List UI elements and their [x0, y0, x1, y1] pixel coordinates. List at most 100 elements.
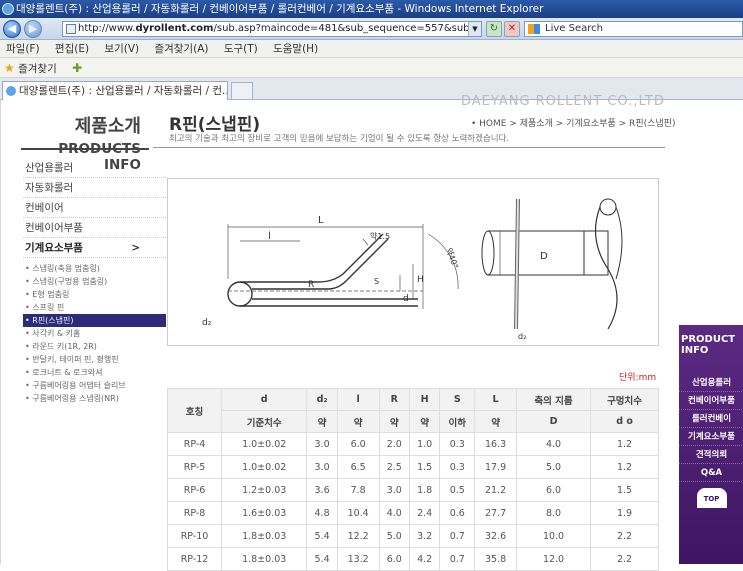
quick-menu-item[interactable]: 롤러컨베이	[679, 410, 743, 428]
table-cell: RP-8	[166, 501, 223, 525]
table-cell: 5.4	[306, 547, 338, 571]
col-header: d	[221, 388, 308, 411]
table-cell: RP-5	[166, 455, 223, 479]
table-cell: 16.3	[474, 432, 517, 456]
search-input[interactable]: Live Search	[524, 21, 743, 37]
col-header: d₂	[306, 388, 338, 411]
forward-icon[interactable]: ▶	[24, 20, 42, 38]
url-input[interactable]: http://www.dyrollent.com/sub.asp?maincod…	[62, 21, 482, 37]
dim-L: L	[318, 215, 324, 226]
table-cell: 3.6	[306, 478, 338, 502]
sidebar: 산업용롤러 자동화롤러 컨베이어 컨베이어부품 기계요소부품 > • 스냅링(축…	[23, 158, 166, 405]
menu-tools[interactable]: 도구(T)	[224, 43, 258, 55]
live-search-icon	[528, 24, 540, 34]
sidebar-subitem[interactable]: • 사각키 & 키홈	[23, 327, 166, 340]
quick-menu-item[interactable]: 산업용롤러	[679, 374, 743, 392]
table-cell: 6.0	[515, 478, 592, 502]
menu-favorites[interactable]: 즐겨찾기(A)	[154, 43, 208, 55]
top-button[interactable]: TOP	[696, 488, 727, 508]
refresh-icon[interactable]: ↻	[486, 21, 502, 37]
col-header: R	[378, 388, 410, 411]
table-cell: 1.8±0.03	[221, 524, 308, 548]
table-cell: 2.2	[590, 547, 659, 571]
sidebar-subitem[interactable]: • 스프링 핀	[23, 301, 166, 314]
table-cell: 1.0±0.02	[221, 455, 308, 479]
sidebar-subitem[interactable]: • E형 멈춤링	[23, 288, 166, 301]
dim-angle: 약40°	[444, 246, 461, 270]
table-cell: 21.2	[474, 478, 517, 502]
menu-file[interactable]: 파일(F)	[6, 43, 40, 55]
sidebar-item-conveyor-parts[interactable]: 컨베이어부품	[23, 218, 166, 238]
quick-menu-title: PRODUCT INFO	[681, 334, 736, 356]
table-cell: 5.0	[515, 455, 592, 479]
table-cell: 5.4	[306, 524, 338, 548]
quick-menu-item[interactable]: 기계요소부품	[679, 428, 743, 446]
table-cell: 4.2	[408, 547, 441, 571]
table-cell: 12.0	[515, 547, 592, 571]
sidebar-item-machine-parts[interactable]: 기계요소부품 >	[23, 238, 166, 258]
table-cell: 0.3	[439, 455, 476, 479]
table-cell: 0.7	[439, 524, 476, 548]
url-prefix: http://www.	[78, 23, 136, 34]
title-divider	[153, 147, 665, 148]
table-cell: 35.8	[474, 547, 517, 571]
table-cell: RP-10	[166, 524, 223, 548]
window-titlebar: 대양롤렌트(주) : 산업용롤러 / 자동화롤러 / 컨베이어부품 / 롤러컨베…	[0, 0, 743, 18]
table-cell: 6.0	[378, 547, 410, 571]
favorites-label[interactable]: 즐겨찾기	[18, 63, 57, 75]
table-cell: 17.9	[474, 455, 517, 479]
sidebar-subitem[interactable]: • 구름베어링용 스냅링(NR)	[23, 392, 166, 405]
table-cell: 0.7	[439, 547, 476, 571]
table-cell: 1.2	[590, 432, 659, 456]
sidebar-subitem[interactable]: • 반달키, 테이퍼 핀, 평행핀	[23, 353, 166, 366]
menu-view[interactable]: 보기(V)	[104, 43, 139, 55]
sidebar-subitem[interactable]: • 스냅링(축용 멈춤링)	[23, 262, 166, 275]
quick-menu-item[interactable]: 견적의뢰	[679, 446, 743, 464]
table-cell: 1.8	[408, 478, 441, 502]
dim-D: D	[540, 251, 548, 262]
chevron-right-icon: >	[131, 242, 140, 254]
table-cell: RP-6	[166, 478, 223, 502]
dim-H: H	[417, 275, 424, 285]
table-cell: 2.2	[590, 524, 659, 548]
sidebar-item-conveyor[interactable]: 컨베이어	[23, 198, 166, 218]
page-icon	[66, 24, 76, 34]
sidebar-subitem[interactable]: • 라운드 키(1R, 2R)	[23, 340, 166, 353]
stop-icon[interactable]: ✕	[504, 21, 520, 37]
sidebar-subitem[interactable]: • 구름베어링용 어댑터 슬리브	[23, 379, 166, 392]
table-cell: 5.0	[378, 524, 410, 548]
menu-help[interactable]: 도움말(H)	[273, 43, 318, 55]
col-subheader: 약	[306, 410, 338, 433]
table-cell: 6.0	[336, 432, 380, 456]
col-subheader: 이하	[439, 410, 476, 433]
tab-current[interactable]: 대양롤렌트(주) : 산업용롤러 / 자동화롤러 / 컨...	[2, 81, 228, 100]
new-tab-button[interactable]	[231, 82, 253, 100]
col-subheader: 기준치수	[221, 410, 308, 433]
url-dropdown-icon[interactable]: ▼	[468, 22, 481, 36]
sidebar-item-industrial-roller[interactable]: 산업용롤러	[23, 158, 166, 178]
dim-d2: d₂	[202, 318, 212, 328]
col-subheader: D	[515, 410, 592, 433]
table-cell: 0.5	[439, 478, 476, 502]
r-pin-diagram: L l 약1.5 약40° R S H d d₂ D d₂	[167, 178, 659, 346]
sidebar-subitem-active[interactable]: • R핀(스냅핀)	[23, 314, 166, 327]
col-header: L	[474, 388, 517, 411]
sidebar-subitem[interactable]: • 로크너트 & 로크와셔	[23, 366, 166, 379]
menu-edit[interactable]: 편집(E)	[55, 43, 89, 55]
r-pin-drawing: L l 약1.5 약40° R S H d d₂ D d₂	[202, 198, 623, 341]
quick-menu-item[interactable]: 컨베이어부품	[679, 392, 743, 410]
divider	[21, 148, 149, 150]
table-cell: 2.4	[408, 501, 441, 525]
sidebar-item-automation-roller[interactable]: 자동화롤러	[23, 178, 166, 198]
spec-table: 호칭 d d₂ l R H S L 축의 지름 구멍치수 기준치수 약 약 약 …	[166, 388, 659, 571]
favorites-star-icon[interactable]: ★	[4, 61, 15, 75]
add-favorite-icon[interactable]: ✚	[72, 61, 82, 75]
dim-S: S	[374, 277, 379, 286]
col-header: 축의 지름	[515, 388, 592, 411]
table-cell: RP-4	[166, 432, 223, 456]
sidebar-subitem[interactable]: • 스냅링(구멍용 멈춤링)	[23, 275, 166, 288]
page-content: DAEYANG ROLLENT CO.,LTD 제품소개 PRODUCTS IN…	[0, 94, 743, 571]
back-icon[interactable]: ◀	[3, 20, 21, 38]
table-row: RP-8 1.6±0.03 4.8 10.4 4.0 2.4 0.6 27.7 8.0 1.9	[166, 501, 659, 525]
quick-menu-item[interactable]: Q&A	[679, 464, 743, 482]
